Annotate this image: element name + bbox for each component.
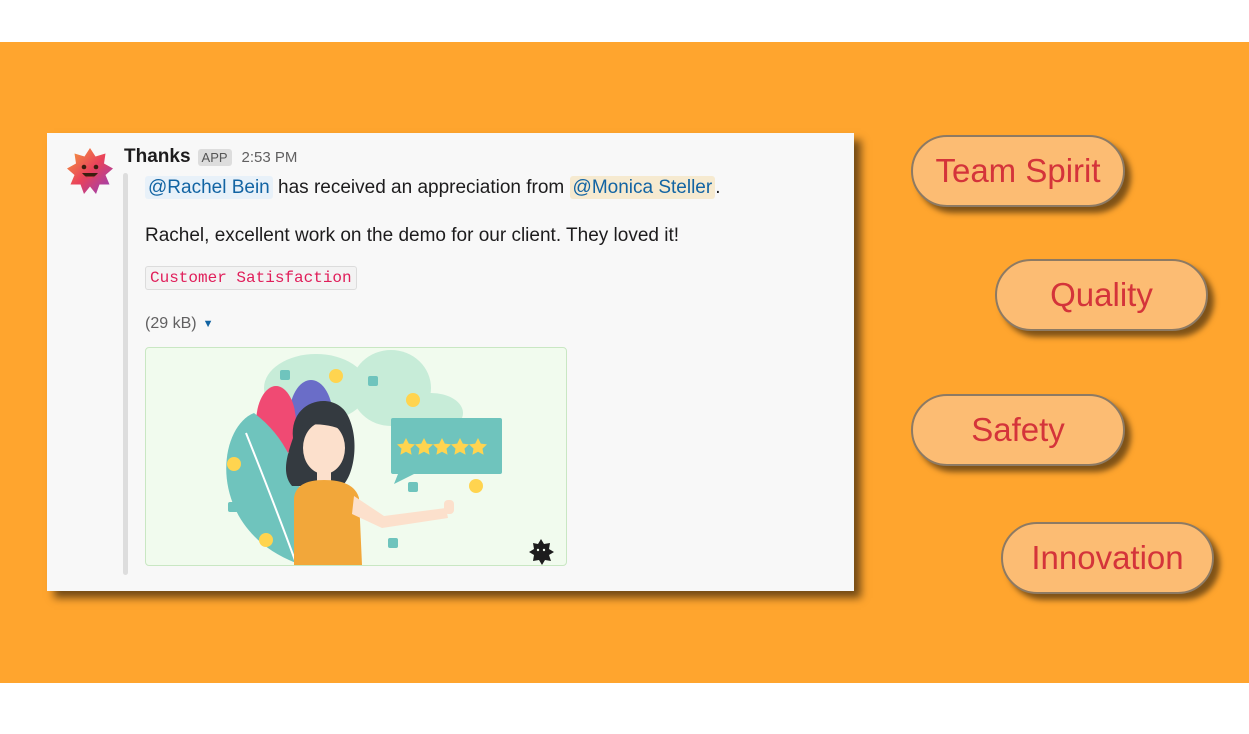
appreciation-line: @Rachel Bein has received an appreciatio…	[145, 176, 721, 199]
value-pill-label: Quality	[1050, 276, 1153, 313]
app-badge: APP	[197, 148, 232, 166]
message-card: Thanks APP 2:53 PM @Rachel Bein has rece…	[47, 133, 854, 591]
sender-mention[interactable]: @Monica Steller	[569, 176, 716, 199]
appreciation-text: has received an appreciation from	[272, 177, 570, 198]
attachment-size[interactable]: (29 kB) ▼	[145, 315, 213, 333]
value-pill-label: Team Spirit	[935, 152, 1101, 189]
appreciation-illustration	[226, 350, 554, 565]
value-pill-label: Innovation	[1031, 539, 1184, 576]
value-tag: Customer Satisfaction	[145, 266, 357, 290]
recipient-mention[interactable]: @Rachel Bein	[145, 176, 273, 199]
value-pill-innovation[interactable]: Innovation	[1001, 522, 1214, 594]
value-pill-quality[interactable]: Quality	[995, 259, 1208, 331]
bot-badge-icon	[529, 539, 554, 565]
value-pill-team-spirit[interactable]: Team Spirit	[911, 135, 1125, 207]
message-body: Rachel, excellent work on the demo for o…	[145, 225, 680, 246]
end-punctuation: .	[715, 177, 721, 198]
caret-down-icon[interactable]: ▼	[203, 318, 214, 330]
value-pill-label: Safety	[971, 411, 1065, 448]
attachment-size-label: (29 kB)	[145, 315, 197, 332]
sender-name[interactable]: Thanks	[124, 146, 191, 168]
quote-bar	[123, 173, 128, 575]
attachment-image[interactable]	[145, 347, 567, 566]
timestamp[interactable]: 2:53 PM	[242, 149, 298, 166]
value-pill-safety[interactable]: Safety	[911, 394, 1125, 466]
smiling-star-icon[interactable]	[66, 147, 114, 195]
